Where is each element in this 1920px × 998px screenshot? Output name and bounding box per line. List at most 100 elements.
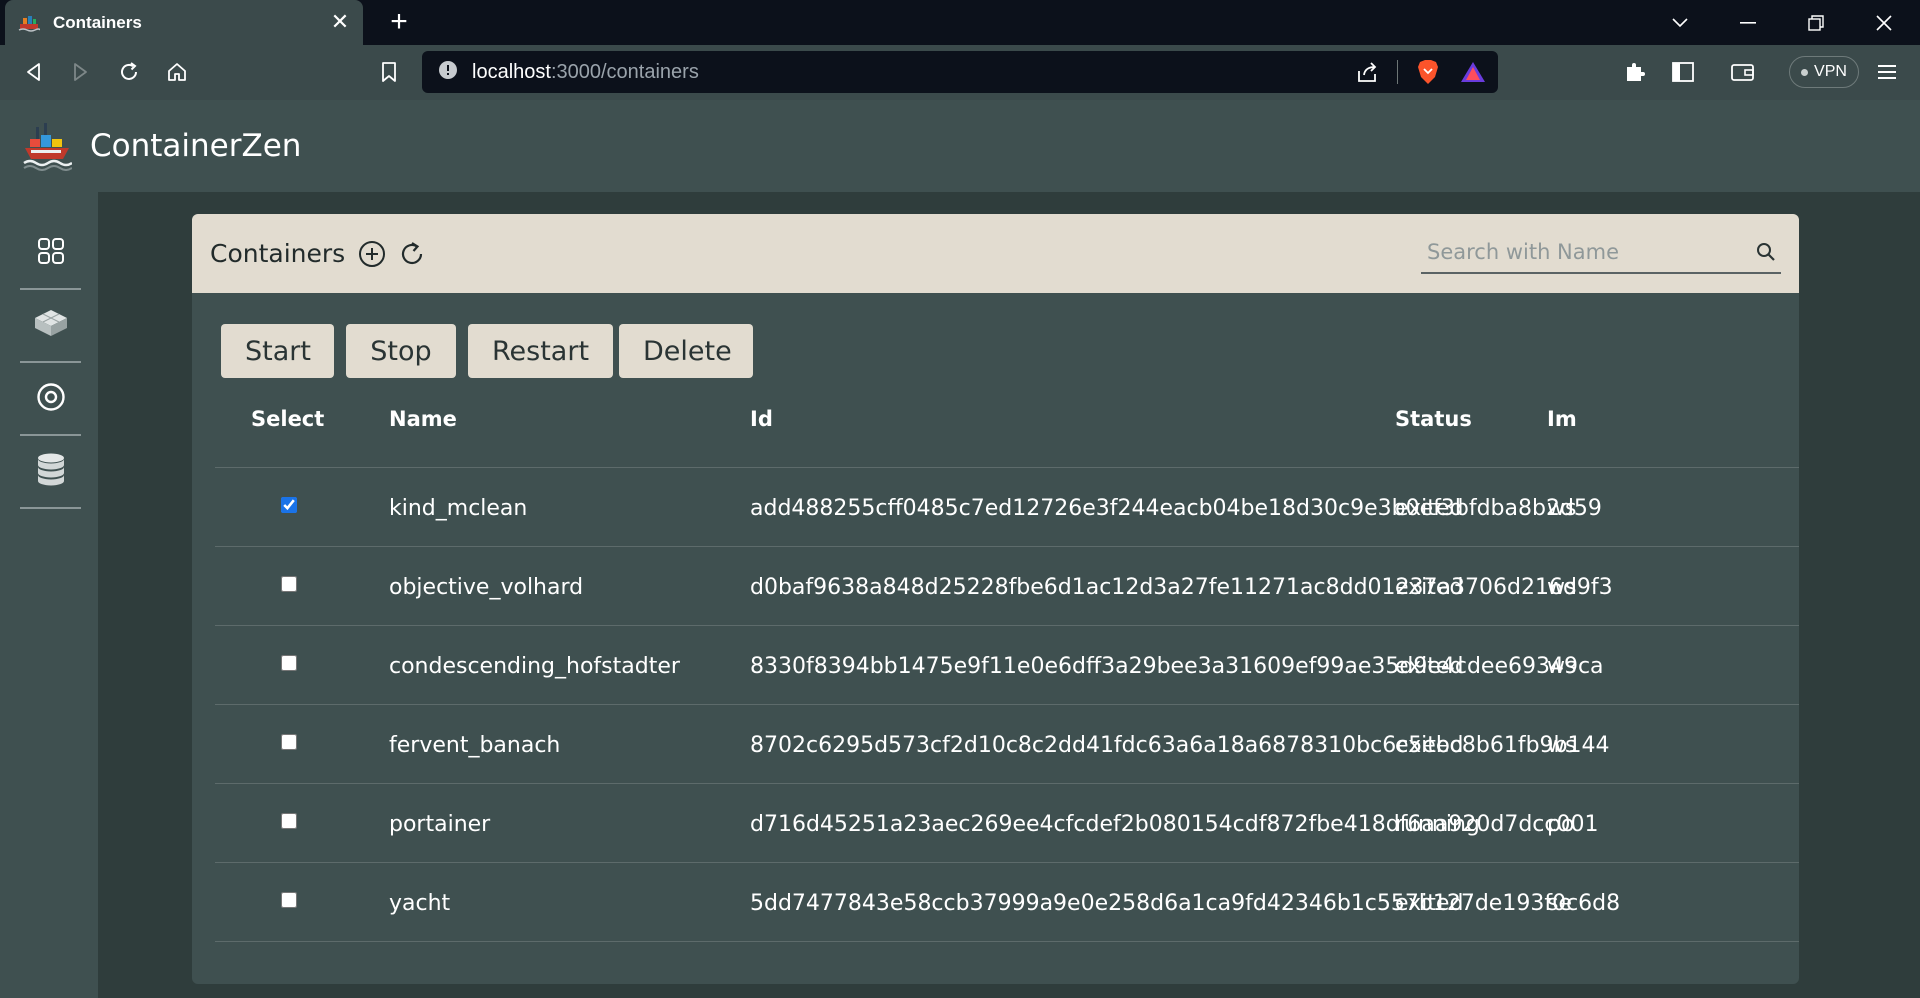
search-input[interactable] (1421, 233, 1751, 271)
browser-tab[interactable]: Containers ✕ (5, 0, 363, 45)
sidebar-item-database[interactable] (20, 436, 81, 509)
table-row[interactable]: fervent_banach 8702c6295d573cf2d10c8c2dd… (215, 705, 1799, 784)
table-row[interactable]: condescending_hofstadter 8330f8394bb1475… (215, 626, 1799, 705)
container-name: condescending_hofstadter (389, 654, 680, 679)
vpn-button[interactable]: VPN (1789, 56, 1859, 88)
address-bar[interactable]: localhost:3000/containers (422, 51, 1498, 93)
browser-toolbar: localhost:3000/containers VPN (0, 45, 1920, 100)
sidebar-toggle-icon[interactable] (1668, 57, 1698, 87)
container-name: fervent_banach (389, 733, 561, 758)
main-content: Containers Start Stop Restart Delete Sel… (98, 192, 1920, 998)
stop-button[interactable]: Stop (346, 324, 456, 378)
container-id: d0baf9638a848d25228fbe6d1ac12d3a27fe1127… (750, 575, 1613, 600)
table-row[interactable]: portainer d716d45251a23aec269ee4cfcdef2b… (215, 784, 1799, 863)
sidebar-item-images[interactable] (20, 290, 81, 363)
restore-icon[interactable] (1788, 0, 1844, 45)
url-host: localhost (472, 60, 551, 83)
tab-list-chevron-icon[interactable] (1652, 0, 1708, 45)
tab-close-icon[interactable]: ✕ (329, 10, 351, 35)
container-id: add488255cff0485c7ed12726e3f244eacb04be1… (750, 496, 1602, 521)
container-image: ws (1547, 654, 1577, 679)
table-row[interactable]: yacht 5dd7477843e58ccb37999a9e0e258d6a1c… (215, 863, 1799, 942)
add-container-plus-icon[interactable] (357, 239, 387, 269)
table-row[interactable]: objective_volhard d0baf9638a848d25228fbe… (215, 547, 1799, 626)
close-window-icon[interactable] (1856, 0, 1912, 45)
containers-card: Containers Start Stop Restart Delete Sel… (192, 214, 1799, 984)
minimize-icon[interactable] (1720, 0, 1776, 45)
container-image: ws (1547, 733, 1577, 758)
container-id: 8330f8394bb1475e9f11e0e6dff3a29bee3a3160… (750, 654, 1604, 679)
database-icon (37, 453, 65, 491)
menu-hamburger-icon[interactable] (1872, 57, 1902, 87)
column-header-id: Id (750, 407, 773, 431)
site-info-icon[interactable] (438, 60, 458, 84)
url-path: :3000/containers (550, 60, 699, 83)
sidebar (0, 192, 98, 998)
ship-favicon-icon (17, 11, 41, 35)
start-button[interactable]: Start (221, 324, 334, 378)
table-row[interactable]: kind_mclean add488255cff0485c7ed12726e3f… (215, 468, 1799, 547)
refresh-icon[interactable] (397, 239, 427, 269)
restart-button[interactable]: Restart (468, 324, 613, 378)
image-layers-icon (33, 308, 69, 344)
container-status: exited (1395, 891, 1464, 916)
container-image: se (1547, 891, 1572, 916)
container-status: exited (1395, 733, 1464, 758)
container-status: exited (1395, 575, 1464, 600)
tab-title: Containers (53, 12, 142, 32)
column-header-image: Im (1547, 407, 1577, 431)
browser-tab-bar: Containers ✕ + (0, 0, 1920, 45)
page-title: Containers (210, 239, 346, 268)
containers-card-header: Containers (192, 214, 1799, 293)
container-status: exited (1395, 654, 1464, 679)
address-bar-actions (1347, 51, 1498, 93)
container-name: portainer (389, 812, 491, 837)
url-text[interactable]: localhost:3000/containers (472, 61, 699, 84)
row-select-checkbox[interactable] (281, 497, 297, 513)
sidebar-item-dashboard[interactable] (20, 217, 81, 290)
row-select-checkbox[interactable] (281, 734, 297, 750)
action-buttons: Start Stop Restart Delete (221, 324, 765, 378)
back-icon[interactable] (18, 57, 48, 87)
vpn-status-dot (1801, 68, 1809, 76)
search-field (1421, 232, 1781, 274)
bookmark-icon[interactable] (374, 57, 404, 87)
row-select-checkbox[interactable] (281, 892, 297, 908)
ship-logo-icon (22, 121, 73, 171)
delete-button[interactable]: Delete (619, 324, 753, 378)
sidebar-item-volumes[interactable] (20, 363, 81, 436)
row-select-checkbox[interactable] (281, 655, 297, 671)
volume-target-icon (36, 382, 66, 416)
dashboard-grid-icon (37, 237, 65, 269)
extensions-puzzle-icon[interactable] (1620, 57, 1650, 87)
brave-rewards-icon[interactable] (1448, 60, 1498, 84)
reload-icon[interactable] (114, 57, 144, 87)
container-name: objective_volhard (389, 575, 584, 600)
row-select-checkbox[interactable] (281, 576, 297, 592)
container-image: ws (1547, 496, 1577, 521)
new-tab-button[interactable]: + (384, 7, 414, 37)
home-icon[interactable] (162, 57, 192, 87)
container-name: yacht (389, 891, 451, 916)
url-divider (1397, 60, 1398, 84)
container-image: ws (1547, 575, 1577, 600)
container-status: exited (1395, 496, 1464, 521)
container-name: kind_mclean (389, 496, 528, 521)
column-header-status: Status (1395, 407, 1472, 431)
container-image: po (1547, 812, 1575, 837)
table-header-row: Select Name Id Status Im (215, 373, 1799, 468)
app-title: ContainerZen (90, 128, 302, 164)
container-status: running (1395, 812, 1480, 837)
vpn-label: VPN (1814, 63, 1847, 80)
container-id: 8702c6295d573cf2d10c8c2dd41fdc63a6a18a68… (750, 733, 1610, 758)
container-id: 5dd7477843e58ccb37999a9e0e258d6a1ca9fd42… (750, 891, 1621, 916)
wallet-icon[interactable] (1728, 57, 1758, 87)
share-icon[interactable] (1347, 61, 1387, 83)
row-select-checkbox[interactable] (281, 813, 297, 829)
forward-icon[interactable] (66, 57, 96, 87)
brave-shields-icon[interactable] (1408, 59, 1448, 85)
search-icon[interactable] (1751, 237, 1781, 267)
column-header-select: Select (251, 407, 325, 431)
app-header: ContainerZen (0, 100, 1920, 192)
column-header-name: Name (389, 407, 457, 431)
